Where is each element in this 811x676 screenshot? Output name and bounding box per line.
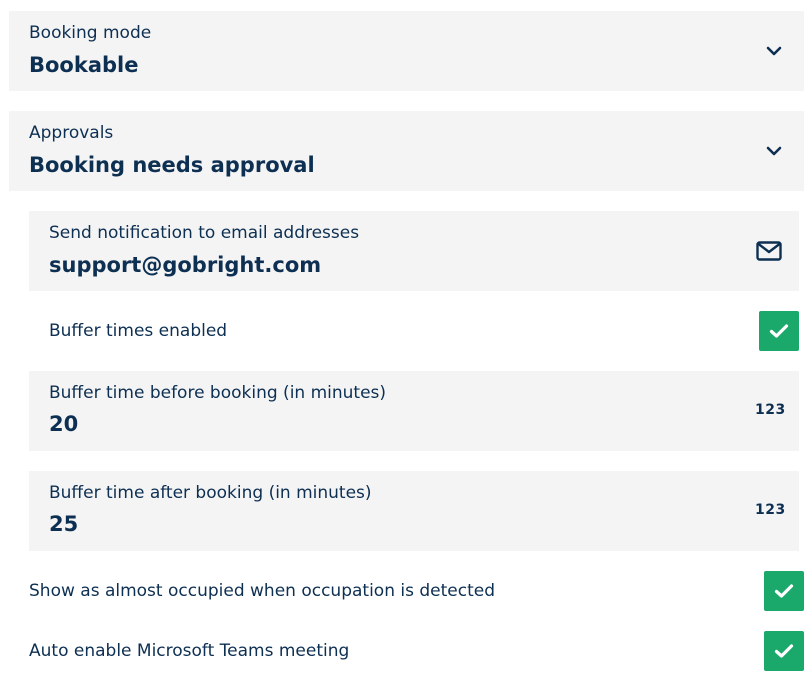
buffer-times-enabled-checkbox[interactable] xyxy=(759,311,799,351)
checkmark-icon xyxy=(769,324,789,338)
buffer-before-input[interactable]: Buffer time before booking (in minutes) … xyxy=(29,371,799,451)
notification-email-value: support@gobright.com xyxy=(49,253,322,277)
approvals-select[interactable]: Approvals Booking needs approval xyxy=(9,111,804,191)
buffer-times-enabled-label: Buffer times enabled xyxy=(49,321,228,341)
envelope-icon xyxy=(756,241,782,261)
booking-mode-label: Booking mode xyxy=(29,23,152,43)
approvals-label: Approvals xyxy=(29,123,114,143)
checkmark-icon xyxy=(774,644,794,658)
buffer-after-input[interactable]: Buffer time after booking (in minutes) 2… xyxy=(29,471,799,551)
notification-email-label: Send notification to email addresses xyxy=(49,223,360,243)
buffer-after-value: 25 xyxy=(49,512,79,536)
approvals-value: Booking needs approval xyxy=(29,153,315,177)
notification-email-field[interactable]: Send notification to email addresses sup… xyxy=(29,211,799,291)
teams-meeting-label: Auto enable Microsoft Teams meeting xyxy=(29,641,350,661)
teams-meeting-checkbox[interactable] xyxy=(764,631,804,671)
numeric-icon: 123 xyxy=(755,402,786,418)
almost-occupied-checkbox[interactable] xyxy=(764,571,804,611)
chevron-down-icon[interactable] xyxy=(765,45,783,57)
almost-occupied-label: Show as almost occupied when occupation … xyxy=(29,581,495,601)
buffer-before-label: Buffer time before booking (in minutes) xyxy=(49,383,387,403)
checkmark-icon xyxy=(774,584,794,598)
buffer-after-label: Buffer time after booking (in minutes) xyxy=(49,483,372,503)
numeric-icon: 123 xyxy=(755,502,786,518)
buffer-before-value: 20 xyxy=(49,412,79,436)
booking-mode-select[interactable]: Booking mode Bookable xyxy=(9,11,804,91)
chevron-down-icon[interactable] xyxy=(765,145,783,157)
booking-mode-value: Bookable xyxy=(29,53,139,77)
